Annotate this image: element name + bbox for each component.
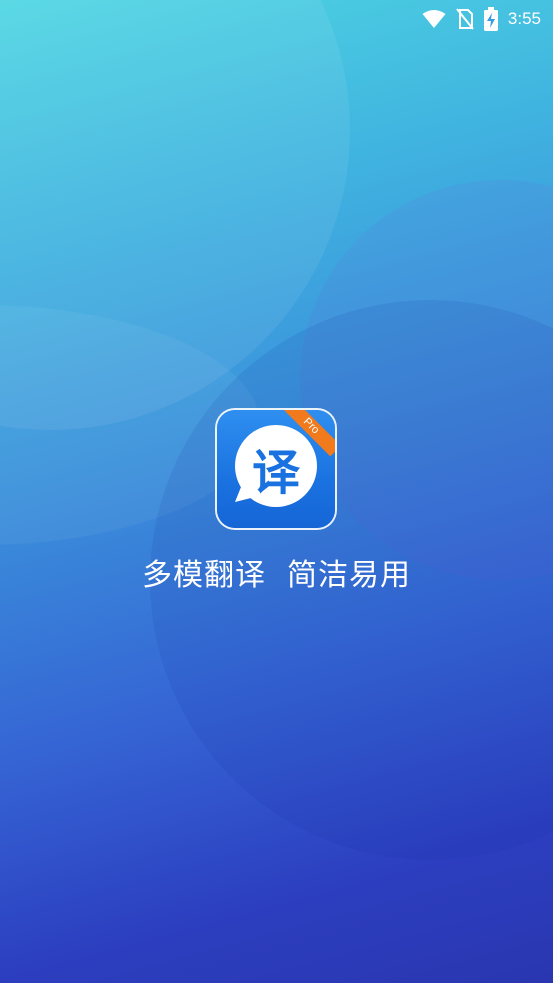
app-tagline: 多模翻译 简洁易用 xyxy=(141,558,412,593)
status-time: 3:55 xyxy=(507,9,541,28)
battery-charging-icon xyxy=(483,7,498,31)
no-sim-icon xyxy=(456,8,474,30)
status-bar: 3:55 xyxy=(0,0,553,38)
logo-character: 译 xyxy=(251,445,300,501)
wifi-icon xyxy=(422,9,446,29)
app-logo: 译 Pro xyxy=(217,410,335,528)
